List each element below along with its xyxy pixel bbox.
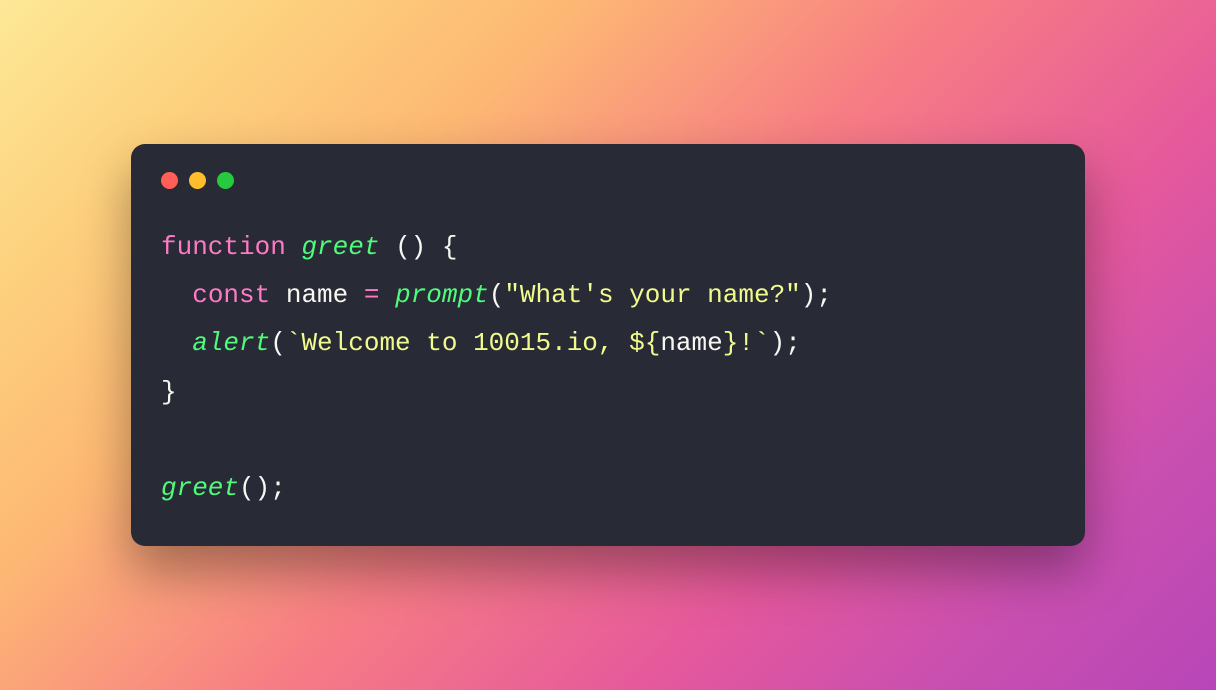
variable-name: name — [286, 280, 348, 310]
function-prompt: prompt — [395, 280, 489, 310]
paren-close: ) — [801, 280, 817, 310]
function-alert: alert — [192, 328, 270, 358]
paren-close: ) — [255, 473, 271, 503]
keyword-function: function — [161, 232, 286, 262]
whitespace — [348, 280, 364, 310]
code-window: function greet () { const name = prompt(… — [131, 144, 1085, 546]
paren-close: ) — [770, 328, 786, 358]
whitespace — [379, 280, 395, 310]
operator-equals: = — [364, 280, 380, 310]
whitespace — [426, 232, 442, 262]
template-literal-open: `Welcome to 10015.io, — [286, 328, 629, 358]
function-call-greet: greet — [161, 473, 239, 503]
close-icon[interactable] — [161, 172, 178, 189]
maximize-icon[interactable] — [217, 172, 234, 189]
minimize-icon[interactable] — [189, 172, 206, 189]
semicolon: ; — [785, 328, 801, 358]
indent — [161, 328, 192, 358]
code-line-4: } — [161, 377, 177, 407]
string-literal: "What's your name?" — [504, 280, 800, 310]
paren-open: ( — [239, 473, 255, 503]
code-line-3: alert(`Welcome to 10015.io, ${name}!`); — [161, 328, 801, 358]
whitespace — [286, 232, 302, 262]
paren-open: ( — [489, 280, 505, 310]
code-line-6: greet(); — [161, 473, 286, 503]
indent — [161, 280, 192, 310]
semicolon: ; — [270, 473, 286, 503]
template-literal-close: !` — [738, 328, 769, 358]
paren-open: ( — [395, 232, 411, 262]
brace-close: } — [161, 377, 177, 407]
function-name-greet: greet — [301, 232, 379, 262]
whitespace — [379, 232, 395, 262]
brace-open: { — [442, 232, 458, 262]
template-expr-open: ${ — [629, 328, 660, 358]
window-controls — [131, 144, 1085, 189]
template-expr-close: } — [723, 328, 739, 358]
semicolon: ; — [816, 280, 832, 310]
template-variable: name — [660, 328, 722, 358]
paren-close: ) — [411, 232, 427, 262]
code-line-2: const name = prompt("What's your name?")… — [161, 280, 832, 310]
paren-open: ( — [270, 328, 286, 358]
code-line-1: function greet () { — [161, 232, 458, 262]
code-content: function greet () { const name = prompt(… — [131, 189, 1085, 546]
keyword-const: const — [192, 280, 270, 310]
whitespace — [270, 280, 286, 310]
